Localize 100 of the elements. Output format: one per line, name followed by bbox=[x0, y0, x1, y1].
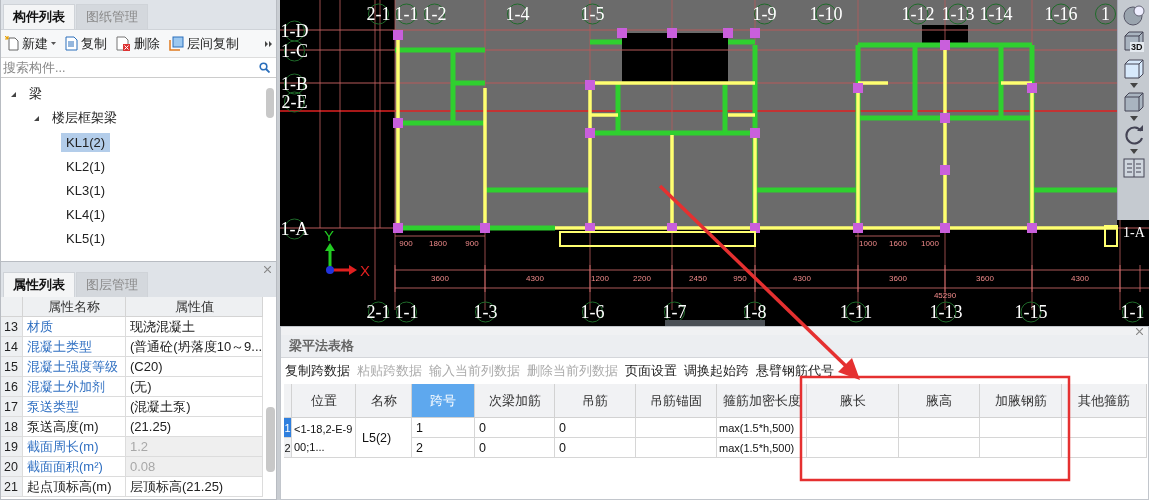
toolbar-button[interactable]: 复制跨数据 bbox=[285, 362, 350, 380]
globe-icon[interactable] bbox=[1121, 3, 1146, 27]
property-value[interactable]: 现浇混凝土 bbox=[126, 317, 263, 337]
tree-item[interactable]: KL1(2) bbox=[61, 132, 111, 152]
column-marker bbox=[750, 28, 760, 38]
expand-icon[interactable] bbox=[34, 115, 39, 121]
row-number[interactable]: 1 bbox=[284, 418, 292, 438]
axis-label: 1-1 bbox=[1120, 301, 1145, 323]
table-cell[interactable] bbox=[636, 438, 717, 458]
toolbar-button[interactable]: 调换起始跨 bbox=[684, 362, 749, 380]
property-value[interactable]: (混凝土泵) bbox=[126, 397, 263, 417]
column-header[interactable]: 吊筋锚固 bbox=[636, 384, 717, 418]
dimension-label: 3600 bbox=[431, 274, 449, 283]
column-header[interactable]: 名称 bbox=[356, 384, 412, 418]
property-value[interactable]: 层顶标高(21.25) bbox=[126, 477, 263, 497]
splitter-handle[interactable] bbox=[665, 320, 765, 326]
table-cell[interactable]: 0 bbox=[475, 438, 555, 458]
axis-label: 1-1 bbox=[394, 301, 419, 323]
toolbar-button[interactable]: 页面设置 bbox=[625, 362, 677, 380]
close-icon[interactable] bbox=[1136, 327, 1143, 335]
property-name: 起点顶标高(m) bbox=[23, 477, 126, 497]
caret-icon[interactable] bbox=[1129, 116, 1138, 121]
table-cell[interactable] bbox=[980, 438, 1062, 458]
double-chevron-icon[interactable] bbox=[265, 40, 272, 47]
column-header[interactable]: 次梁加筋 bbox=[475, 384, 555, 418]
cube-icon[interactable] bbox=[1121, 57, 1146, 81]
column-header[interactable]: 腋高 bbox=[899, 384, 980, 418]
axis-label: 1-A bbox=[280, 218, 309, 240]
dimension-label: 900 bbox=[465, 239, 479, 248]
expand-icon[interactable] bbox=[11, 91, 16, 97]
table-cell[interactable]: L5(2) bbox=[356, 418, 412, 458]
tree-item[interactable]: 梁 bbox=[24, 83, 47, 105]
column-marker bbox=[393, 30, 403, 40]
table-cell[interactable] bbox=[807, 418, 899, 438]
toolbar-button[interactable]: 层间复制 bbox=[169, 34, 239, 53]
row-number[interactable]: 2 bbox=[284, 438, 292, 458]
close-icon[interactable] bbox=[264, 265, 271, 273]
dimension-label: 2450 bbox=[689, 274, 707, 283]
footing-outline bbox=[1104, 225, 1118, 247]
table-cell[interactable]: max(1.5*h,500) bbox=[717, 438, 807, 458]
column-header[interactable]: 加腋钢筋 bbox=[980, 384, 1062, 418]
property-value[interactable]: (无) bbox=[126, 377, 263, 397]
row-number: 14 bbox=[1, 337, 23, 357]
property-value[interactable]: (普通砼(坍落度10～9... bbox=[126, 337, 263, 357]
toolbar-button[interactable]: 删除 bbox=[116, 34, 160, 53]
tree-item[interactable]: 楼层框架梁 bbox=[47, 107, 122, 129]
table-corner-cell bbox=[1, 297, 23, 317]
column-header: 属性值 bbox=[126, 297, 263, 317]
axis-label: 1-9 bbox=[752, 3, 777, 25]
column-marker bbox=[585, 223, 595, 233]
tree-item[interactable]: KL5(1) bbox=[61, 228, 111, 248]
axis-label: 1-5 bbox=[580, 3, 605, 25]
table-cell[interactable]: 2 bbox=[412, 438, 475, 458]
new-document-icon bbox=[5, 36, 19, 51]
column-marker bbox=[585, 80, 595, 90]
axis-label: 1-6 bbox=[580, 301, 605, 323]
tree-item[interactable]: KL2(1) bbox=[61, 156, 111, 176]
row-number: 17 bbox=[1, 397, 23, 417]
table-cell[interactable] bbox=[899, 418, 980, 438]
axis-label: 1-16 bbox=[1044, 3, 1078, 25]
row-number: 21 bbox=[1, 477, 23, 497]
table-cell[interactable] bbox=[1062, 438, 1147, 458]
table-cell[interactable]: 0 bbox=[555, 418, 636, 438]
toolbar-button[interactable]: 复制 bbox=[65, 34, 107, 53]
table-cell[interactable]: 0 bbox=[475, 418, 555, 438]
toolbar-button[interactable]: 新建 bbox=[5, 34, 56, 53]
tree-item[interactable]: KL4(1) bbox=[61, 204, 111, 224]
column-header[interactable]: 位置 bbox=[292, 384, 356, 418]
panel-tab[interactable]: 属性列表 bbox=[3, 272, 75, 297]
column-header[interactable]: 吊筋 bbox=[555, 384, 636, 418]
table-cell[interactable]: 1 bbox=[412, 418, 475, 438]
dimension-label: 1600 bbox=[889, 239, 907, 248]
column-marker bbox=[940, 113, 950, 123]
table-cell[interactable]: 0 bbox=[555, 438, 636, 458]
table-cell[interactable] bbox=[636, 418, 717, 438]
axis-label: 1-13 bbox=[941, 3, 975, 25]
caret-icon[interactable] bbox=[1129, 149, 1138, 154]
column-marker bbox=[585, 128, 595, 138]
table-cell[interactable] bbox=[1062, 418, 1147, 438]
table-cell[interactable] bbox=[899, 438, 980, 458]
tree-item[interactable]: KL3(1) bbox=[61, 180, 111, 200]
table-cell[interactable]: max(1.5*h,500) bbox=[717, 418, 807, 438]
panel-tab[interactable]: 构件列表 bbox=[3, 4, 75, 29]
column-marker bbox=[1027, 223, 1037, 233]
scrollbar-thumb[interactable] bbox=[266, 88, 274, 118]
cube-icon[interactable] bbox=[1121, 90, 1146, 114]
axis-label: 1-1 bbox=[394, 3, 419, 25]
column-marker bbox=[393, 118, 403, 128]
search-icon[interactable] bbox=[259, 62, 270, 73]
property-value[interactable]: (C20) bbox=[126, 357, 263, 377]
axis-label: 1-15 bbox=[1014, 301, 1048, 323]
caret-icon[interactable] bbox=[1129, 83, 1138, 88]
property-name: 泵送类型 bbox=[23, 397, 126, 417]
scrollbar-thumb[interactable] bbox=[266, 407, 275, 472]
column-header[interactable]: 箍筋加密长度 bbox=[717, 384, 807, 418]
column-header[interactable]: 腋长 bbox=[807, 384, 899, 418]
table-cell[interactable] bbox=[807, 438, 899, 458]
column-header[interactable]: 其他箍筋 bbox=[1062, 384, 1147, 418]
document-icon bbox=[65, 36, 78, 51]
table-cell[interactable] bbox=[980, 418, 1062, 438]
